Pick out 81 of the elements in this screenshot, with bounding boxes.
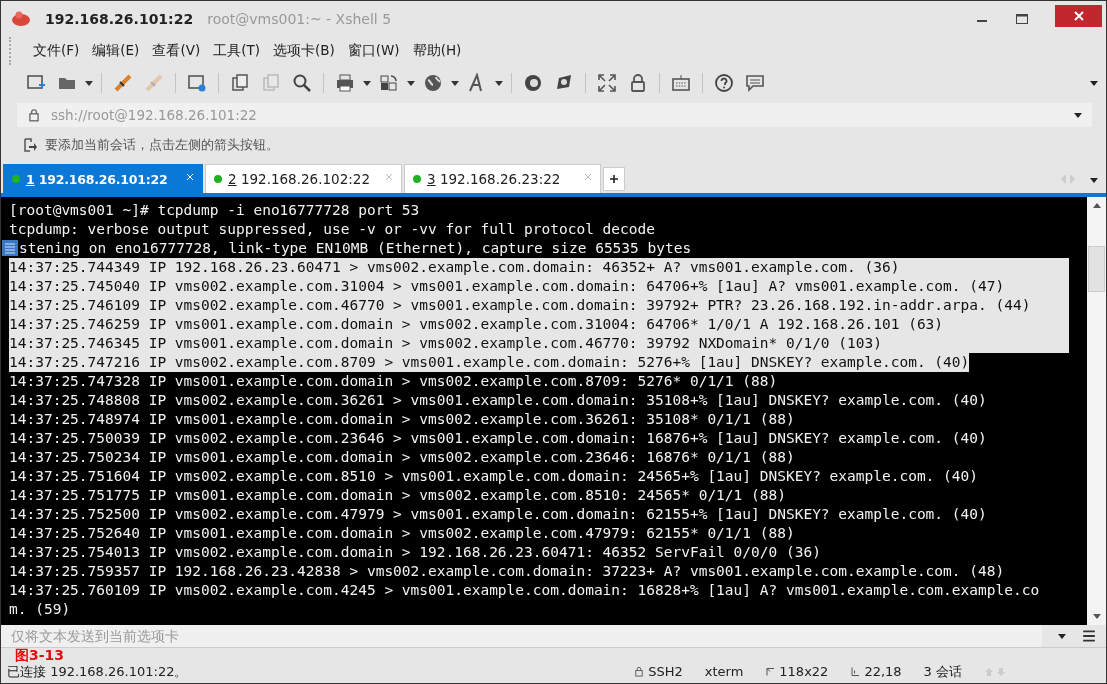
session-tab[interactable]: 1 192.168.26.101:22 — [3, 164, 203, 193]
tab-label: 1 192.168.26.101:22 — [26, 171, 168, 187]
caret-icon[interactable] — [1074, 112, 1082, 118]
menu-item[interactable]: 选项卡(B) — [272, 42, 335, 60]
caret-icon[interactable] — [1090, 80, 1098, 86]
protocol-label: SSH2 — [648, 664, 683, 679]
hint-text: 要添加当前会话，点击左侧的箭头按钮。 — [45, 136, 279, 154]
resize-icon — [765, 666, 776, 677]
terminal-line: 14:37:25.748808 IP vms002.example.com.36261 > vms001.example.com.domain: 35108+% [1au] DNSKEY? example.com. (40) — [9, 391, 987, 410]
window-title: 192.168.26.101:22 — [45, 11, 194, 27]
terminal-line: 14:37:25.754013 IP vms002.example.com.domain > 192.168.26.23.60471: 46352 ServFail 0/0/0 (36) — [9, 543, 821, 562]
session-count-label: 3 会话 — [923, 662, 962, 681]
terminal-line: 14:37:25.759357 IP 192.168.26.23.42838 > vms002.example.com.domain: 37223+ A? vms001.example.com.example.com. (48) — [9, 562, 1005, 581]
add-session-arrow-icon[interactable] — [23, 138, 37, 152]
status-dot-icon — [413, 175, 421, 183]
window-subtitle: root@vms001:~ - Xshell 5 — [207, 11, 392, 27]
session-tab[interactable]: 3 192.168.26.23:22 — [404, 164, 601, 193]
status-dot-icon — [214, 175, 222, 183]
lock-icon[interactable] — [628, 73, 648, 93]
terminal-line: tcpdump: verbose output suppressed, use -v or -vv for full protocol decode — [9, 220, 655, 239]
transfer-icon[interactable] — [379, 73, 399, 93]
menu-item[interactable]: 文件(F) — [33, 42, 80, 60]
menu-item[interactable]: 编辑(E) — [92, 42, 140, 60]
scrollbar[interactable] — [1087, 197, 1106, 625]
tab-label: 2 192.168.26.102:22 — [228, 171, 370, 187]
scrollbar-thumb[interactable] — [1088, 246, 1105, 292]
cursor-position-label: 22,18 — [864, 664, 902, 679]
terminal-line: m. (59) — [9, 600, 71, 619]
caret-icon[interactable] — [1090, 178, 1098, 183]
status-dot-icon — [12, 175, 20, 183]
close-button[interactable] — [1055, 5, 1102, 27]
compose-field[interactable]: 仅将文本发送到当前选项卡 — [1, 625, 1042, 647]
terminal-line: 14:37:25.751775 IP vms001.example.com.domain > vms002.example.com.8510: 24565* 0/1/1 (88) — [9, 486, 786, 505]
chat-icon[interactable] — [745, 73, 765, 93]
maximize-icon[interactable] — [1015, 12, 1029, 26]
close-icon — [1073, 11, 1084, 21]
scroll-down-icon[interactable] — [1092, 614, 1101, 619]
menu-item[interactable]: 工具(T) — [213, 42, 260, 60]
lock-icon — [27, 108, 41, 122]
caret-icon[interactable] — [1058, 633, 1066, 639]
terminal-type-label: xterm — [704, 664, 744, 679]
terminal-line: stening on eno16777728, link-type EN10MB (Ethernet), capture size 65535 bytes — [19, 239, 692, 258]
up-down-arrows-icon — [984, 666, 1006, 677]
menu-icon[interactable] — [1082, 629, 1096, 643]
keyboard-icon[interactable] — [671, 73, 691, 93]
caret-icon[interactable] — [85, 80, 93, 86]
app-logo-icon — [11, 11, 31, 27]
caret-icon[interactable] — [451, 80, 459, 86]
lock-icon — [634, 666, 645, 677]
scroll-up-icon[interactable] — [1092, 203, 1101, 208]
find-icon[interactable] — [292, 73, 312, 93]
terminal-line: 14:37:25.750234 IP vms001.example.com.domain > vms002.example.com.23646: 16876* 0/1/1 (88) — [9, 448, 795, 467]
menu-item[interactable]: 查看(V) — [152, 42, 201, 60]
caret-icon[interactable] — [407, 80, 415, 86]
line-marker-icon[interactable] — [1, 240, 19, 256]
session-tab[interactable]: 2 192.168.26.102:22 — [205, 164, 402, 193]
terminal-line: 14:37:25.750039 IP vms002.example.com.23646 > vms001.example.com.domain: 16876+% [1au] DNSKEY? example.com. (40) — [9, 429, 987, 448]
menu-item[interactable]: 帮助(H) — [412, 42, 462, 60]
cursor-position-icon — [850, 666, 861, 677]
terminal-line: 14:37:25.760109 IP vms002.example.com.4245 > vms001.example.com.domain: 16828+% [1au] A? vms001.example.com.example.co — [9, 581, 1040, 600]
figure-label: 图3-13 — [15, 648, 65, 662]
terminal-line: [root@vms001 ~]# tcpdump -i eno16777728 port 53 — [9, 201, 420, 220]
tab-label: 3 192.168.26.23:22 — [427, 171, 561, 187]
properties-icon[interactable] — [187, 73, 207, 93]
fullscreen-icon[interactable] — [597, 73, 617, 93]
caret-icon[interactable] — [363, 80, 371, 86]
terminal-line: 14:37:25.751604 IP vms002.example.com.8510 > vms001.example.com.domain: 24565+% [1au] DNSKEY? example.com. (40) — [9, 467, 978, 486]
connection-status: 已连接 192.168.26.101:22。 — [7, 662, 188, 681]
caret-icon[interactable] — [495, 80, 503, 86]
copy-icon[interactable] — [230, 73, 250, 93]
menu-item[interactable]: 窗口(W) — [347, 42, 400, 60]
new-tab-button[interactable] — [603, 167, 625, 191]
terminal-line: 14:37:25.752640 IP vms001.example.com.domain > vms002.example.com.47979: 62155* 0/1/1 (88) — [9, 524, 795, 543]
print-icon[interactable] — [335, 73, 355, 93]
address-text: ssh://root@192.168.26.101:22 — [51, 107, 257, 123]
terminal-line: 14:37:25.752500 IP vms002.example.com.47979 > vms001.example.com.domain: 62155+% [1au] DNSKEY? example.com. (40) — [9, 505, 987, 524]
terminal-line: 14:37:25.747328 IP vms001.example.com.domain > vms002.example.com.8709: 5276* 0/1/1 (88) — [9, 372, 778, 391]
terminal-line: 14:37:25.748974 IP vms001.example.com.domain > vms002.example.com.36261: 35108* 0/1/1 (88) — [9, 410, 795, 429]
help-icon[interactable] — [714, 73, 734, 93]
plus-icon — [609, 174, 619, 184]
terminal-size-label: 118x22 — [779, 664, 829, 679]
